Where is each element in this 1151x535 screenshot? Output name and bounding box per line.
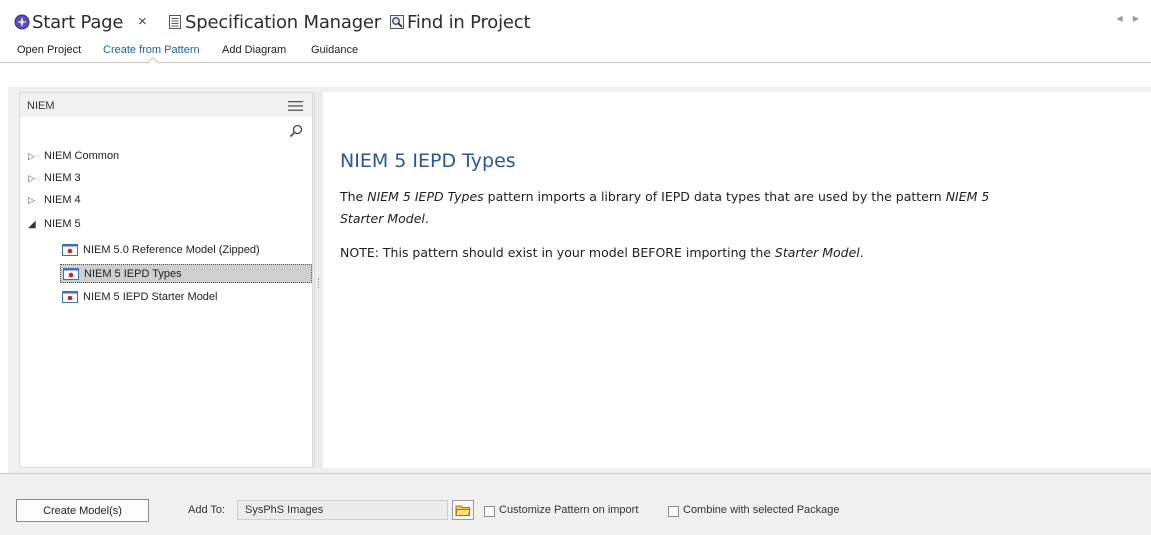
tree-group-label: NIEM 3 xyxy=(44,172,81,184)
search-icon[interactable] xyxy=(289,124,303,138)
text-run: NOTE: This pattern should exist in your … xyxy=(340,245,775,260)
add-to-field[interactable]: SysPhS Images xyxy=(237,500,448,520)
pattern-description-panel: NIEM 5 IEPD Types The NIEM 5 IEPD Types … xyxy=(323,92,1151,468)
close-icon[interactable]: × xyxy=(138,13,147,31)
tree-group-label: NIEM Common xyxy=(44,150,120,162)
document-tab-strip: Start Page × Specification Manager Find … xyxy=(0,0,1151,38)
expand-arrow-icon[interactable]: ▷ xyxy=(28,151,35,162)
pattern-icon xyxy=(62,291,78,303)
pattern-item-starter-model[interactable]: NIEM 5 IEPD Starter Model xyxy=(60,288,312,307)
tree-group-label: NIEM 5 xyxy=(44,218,81,230)
pattern-icon xyxy=(63,268,79,280)
panel-splitter[interactable] xyxy=(314,92,323,468)
create-models-button[interactable]: Create Model(s) xyxy=(16,499,149,522)
tab-start-page[interactable]: Start Page xyxy=(14,11,123,33)
description-paragraph-1-line-1: The NIEM 5 IEPD Types pattern imports a … xyxy=(340,186,989,208)
italic-pattern-name: NIEM 5 xyxy=(945,189,990,204)
browse-folder-button[interactable] xyxy=(452,500,474,520)
tab-specification-manager[interactable]: Specification Manager xyxy=(167,11,381,33)
hamburger-menu-icon[interactable] xyxy=(288,101,303,111)
tab-find-in-project-label: Find in Project xyxy=(407,11,531,33)
menu-open-project[interactable]: Open Project xyxy=(17,44,81,56)
description-paragraph-1-line-2: Starter Model. xyxy=(340,208,429,230)
text-run: The xyxy=(340,189,368,204)
pattern-title: NIEM 5 IEPD Types xyxy=(340,150,516,172)
description-note: NOTE: This pattern should exist in your … xyxy=(340,242,864,264)
tree-group-niem-4[interactable]: ▷ NIEM 4 xyxy=(20,192,312,210)
start-page-icon xyxy=(14,14,30,30)
menu-create-from-pattern[interactable]: Create from Pattern xyxy=(103,44,200,56)
menu-guidance[interactable]: Guidance xyxy=(311,44,358,56)
text-run: pattern imports a library of IEPD data t… xyxy=(483,189,946,204)
collapse-arrow-icon[interactable]: ◢ xyxy=(28,219,36,230)
tree-group-niem-5[interactable]: ◢ NIEM 5 xyxy=(20,216,312,234)
active-menu-caret-icon xyxy=(147,57,159,64)
add-to-label: Add To: xyxy=(188,504,226,516)
italic-pattern-name: Starter Model xyxy=(340,211,425,226)
footer-toolbar: Create Model(s) Add To: SysPhS Images Cu… xyxy=(0,473,1151,535)
expand-arrow-icon[interactable]: ▷ xyxy=(28,173,35,184)
text-run: . xyxy=(424,211,429,226)
splitter-grip-icon[interactable] xyxy=(318,278,320,288)
tree-group-niem-3[interactable]: ▷ NIEM 3 xyxy=(20,170,312,188)
pattern-icon xyxy=(62,244,78,256)
tab-start-page-label: Start Page xyxy=(32,11,124,33)
folder-icon xyxy=(455,505,471,516)
customize-pattern-checkbox[interactable] xyxy=(484,506,495,517)
italic-pattern-name: Starter Model xyxy=(774,245,860,260)
expand-arrow-icon[interactable]: ▷ xyxy=(28,195,35,206)
tree-group-label: NIEM 4 xyxy=(44,194,81,206)
start-page-menu: Open Project Create from Pattern Add Dia… xyxy=(0,38,1151,63)
menu-add-diagram[interactable]: Add Diagram xyxy=(222,44,286,56)
pattern-item-label: NIEM 5 IEPD Starter Model xyxy=(83,291,218,303)
pattern-item-label: NIEM 5 IEPD Types xyxy=(84,268,182,280)
combine-package-checkbox[interactable] xyxy=(668,506,679,517)
combine-package-label[interactable]: Combine with selected Package xyxy=(683,504,840,516)
pattern-tree-panel: NIEM ▷ NIEM Common ▷ NIEM 3 ▷ NIEM 4 ◢ N… xyxy=(19,92,313,468)
customize-pattern-label[interactable]: Customize Pattern on import xyxy=(499,504,638,516)
pattern-item-reference-model[interactable]: NIEM 5.0 Reference Model (Zipped) xyxy=(60,241,312,260)
tab-specification-manager-label: Specification Manager xyxy=(185,11,381,33)
tab-scroll-arrows-icon[interactable]: ◀ ▶ xyxy=(1116,14,1143,23)
tree-group-niem-common[interactable]: ▷ NIEM Common xyxy=(20,148,312,166)
specification-manager-icon xyxy=(169,15,181,29)
find-in-project-icon xyxy=(390,15,404,29)
tab-find-in-project[interactable]: Find in Project xyxy=(389,11,531,33)
tree-title: NIEM xyxy=(27,100,55,112)
italic-pattern-name: NIEM 5 IEPD Types xyxy=(367,189,484,204)
text-run: . xyxy=(859,245,864,260)
tree-header: NIEM xyxy=(20,93,312,117)
pattern-item-iepd-types[interactable]: NIEM 5 IEPD Types xyxy=(60,264,312,283)
pattern-item-label: NIEM 5.0 Reference Model (Zipped) xyxy=(83,244,260,256)
